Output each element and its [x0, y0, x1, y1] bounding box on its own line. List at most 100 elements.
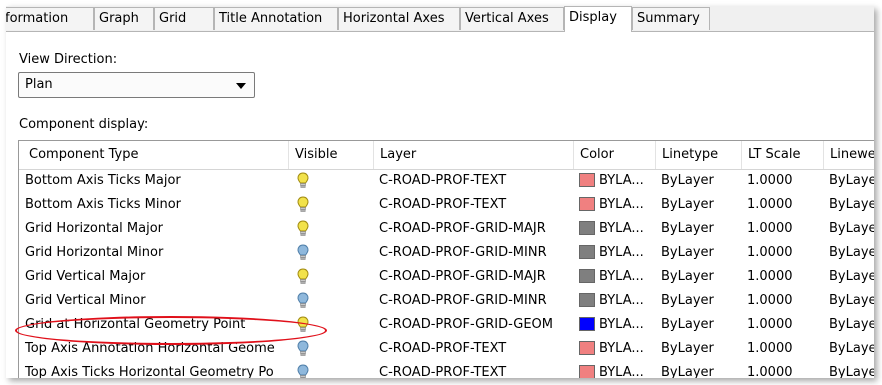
lineweight-cell[interactable]: ByLayer — [824, 265, 874, 289]
column-header-lineweight[interactable]: Linewe — [824, 141, 874, 169]
type-cell[interactable]: Bottom Axis Ticks Major — [19, 169, 289, 193]
lineweight-cell[interactable]: ByLayer — [824, 217, 874, 241]
column-header-linetype[interactable]: Linetype — [656, 141, 742, 169]
linetype-cell[interactable]: ByLayer — [656, 313, 742, 337]
tab-graph[interactable]: Graph — [94, 7, 154, 30]
lt-scale-cell[interactable]: 1.0000 — [742, 361, 824, 378]
color-cell[interactable]: BYLA... — [574, 193, 656, 217]
linetype-cell[interactable]: ByLayer — [656, 337, 742, 361]
visible-cell[interactable] — [289, 193, 374, 217]
table-row[interactable]: Top Axis Ticks Horizontal Geometry Po C-R… — [19, 361, 874, 378]
layer-cell[interactable]: C-ROAD-PROF-TEXT — [374, 361, 574, 378]
color-value: BYLA... — [599, 293, 644, 308]
lineweight-cell[interactable]: ByLayer — [824, 169, 874, 193]
color-swatch — [579, 316, 595, 331]
layer-cell[interactable]: C-ROAD-PROF-GRID-MAJR — [374, 265, 574, 289]
type-cell[interactable]: Grid Vertical Major — [19, 265, 289, 289]
view-direction-dropdown[interactable]: Plan — [18, 72, 255, 98]
table-row[interactable]: Bottom Axis Ticks Minor C-ROAD-PROF-TEXT B… — [19, 193, 874, 217]
table-row[interactable]: Top Axis Annotation Horizontal Geome C-RO… — [19, 337, 874, 361]
visible-cell[interactable] — [289, 289, 374, 313]
visible-cell[interactable] — [289, 313, 374, 337]
lt-scale-cell[interactable]: 1.0000 — [742, 289, 824, 313]
visible-cell[interactable] — [289, 361, 374, 378]
layer-cell[interactable]: C-ROAD-PROF-GRID-MINR — [374, 241, 574, 265]
visible-cell[interactable] — [289, 241, 374, 265]
linetype-cell[interactable]: ByLayer — [656, 265, 742, 289]
visible-cell[interactable] — [289, 169, 374, 193]
table-row[interactable]: Grid Vertical Minor C-ROAD-PROF-GRID-MINR… — [19, 289, 874, 313]
type-cell[interactable]: Grid Vertical Minor — [19, 289, 289, 313]
tab-information[interactable]: formation — [6, 7, 94, 30]
lightbulb-on-icon[interactable] — [297, 220, 309, 241]
column-header-lt-scale[interactable]: LT Scale — [742, 141, 824, 169]
lightbulb-on-icon[interactable] — [297, 316, 309, 337]
table-row[interactable]: Grid at Horizontal Geometry Point C-ROAD-… — [19, 313, 874, 337]
type-cell[interactable]: Top Axis Annotation Horizontal Geome — [19, 337, 289, 361]
lightbulb-on-icon[interactable] — [297, 172, 309, 193]
type-cell[interactable]: Grid Horizontal Major — [19, 217, 289, 241]
color-cell[interactable]: BYLA... — [574, 265, 656, 289]
color-cell[interactable]: BYLA... — [574, 361, 656, 378]
column-header-color[interactable]: Color — [574, 141, 656, 169]
layer-cell[interactable]: C-ROAD-PROF-GRID-GEOM — [374, 313, 574, 337]
type-cell[interactable]: Grid at Horizontal Geometry Point — [19, 313, 289, 337]
lineweight-cell[interactable]: ByLayer — [824, 361, 874, 378]
linetype-cell[interactable]: ByLayer — [656, 217, 742, 241]
layer-cell[interactable]: C-ROAD-PROF-GRID-MAJR — [374, 217, 574, 241]
tab-grid[interactable]: Grid — [154, 7, 214, 30]
visible-cell[interactable] — [289, 337, 374, 361]
lightbulb-off-icon[interactable] — [297, 340, 309, 361]
lt-scale-cell[interactable]: 1.0000 — [742, 313, 824, 337]
lightbulb-off-icon[interactable] — [297, 364, 309, 378]
tab-summary[interactable]: Summary — [632, 7, 710, 30]
table-row[interactable]: Grid Horizontal Minor C-ROAD-PROF-GRID-MI… — [19, 241, 874, 265]
tab-horizontal-axes[interactable]: Horizontal Axes — [338, 7, 460, 30]
lineweight-cell[interactable]: ByLayer — [824, 289, 874, 313]
lt-scale-cell[interactable]: 1.0000 — [742, 169, 824, 193]
color-cell[interactable]: BYLA... — [574, 217, 656, 241]
lineweight-cell[interactable]: ByLayer — [824, 313, 874, 337]
color-cell[interactable]: BYLA... — [574, 241, 656, 265]
lt-scale-cell[interactable]: 1.0000 — [742, 337, 824, 361]
table-row[interactable]: Grid Horizontal Major C-ROAD-PROF-GRID-MA… — [19, 217, 874, 241]
linetype-cell[interactable]: ByLayer — [656, 193, 742, 217]
lt-scale-cell[interactable]: 1.0000 — [742, 193, 824, 217]
color-cell[interactable]: BYLA... — [574, 289, 656, 313]
lightbulb-off-icon[interactable] — [297, 292, 309, 313]
tab-title-annotation[interactable]: Title Annotation — [214, 7, 338, 30]
lt-scale-cell[interactable]: 1.0000 — [742, 265, 824, 289]
lightbulb-on-icon[interactable] — [297, 196, 309, 217]
tab-vertical-axes[interactable]: Vertical Axes — [460, 7, 564, 30]
component-display-table[interactable]: Component Type Visible Layer Color Linet… — [18, 140, 874, 378]
tab-display[interactable]: Display — [564, 6, 632, 32]
layer-cell[interactable]: C-ROAD-PROF-GRID-MINR — [374, 289, 574, 313]
color-cell[interactable]: BYLA... — [574, 169, 656, 193]
color-cell[interactable]: BYLA... — [574, 337, 656, 361]
layer-cell[interactable]: C-ROAD-PROF-TEXT — [374, 169, 574, 193]
type-cell[interactable]: Grid Horizontal Minor — [19, 241, 289, 265]
linetype-cell[interactable]: ByLayer — [656, 241, 742, 265]
layer-cell[interactable]: C-ROAD-PROF-TEXT — [374, 193, 574, 217]
column-header-layer[interactable]: Layer — [374, 141, 574, 169]
linetype-cell[interactable]: ByLayer — [656, 361, 742, 378]
lightbulb-off-icon[interactable] — [297, 244, 309, 265]
color-cell[interactable]: BYLA... — [574, 313, 656, 337]
lineweight-cell[interactable]: ByLayer — [824, 193, 874, 217]
layer-cell[interactable]: C-ROAD-PROF-TEXT — [374, 337, 574, 361]
type-cell[interactable]: Top Axis Ticks Horizontal Geometry Po — [19, 361, 289, 378]
lt-scale-cell[interactable]: 1.0000 — [742, 241, 824, 265]
type-cell[interactable]: Bottom Axis Ticks Minor — [19, 193, 289, 217]
table-row[interactable]: Grid Vertical Major C-ROAD-PROF-GRID-MAJR… — [19, 265, 874, 289]
visible-cell[interactable] — [289, 217, 374, 241]
lineweight-cell[interactable]: ByLayer — [824, 241, 874, 265]
lt-scale-cell[interactable]: 1.0000 — [742, 217, 824, 241]
lineweight-cell[interactable]: ByLayer — [824, 337, 874, 361]
linetype-cell[interactable]: ByLayer — [656, 169, 742, 193]
table-row[interactable]: Bottom Axis Ticks Major C-ROAD-PROF-TEXT B… — [19, 169, 874, 193]
visible-cell[interactable] — [289, 265, 374, 289]
lightbulb-on-icon[interactable] — [297, 268, 309, 289]
column-header-visible[interactable]: Visible — [289, 141, 374, 169]
column-header-component-type[interactable]: Component Type — [19, 141, 289, 169]
linetype-cell[interactable]: ByLayer — [656, 289, 742, 313]
